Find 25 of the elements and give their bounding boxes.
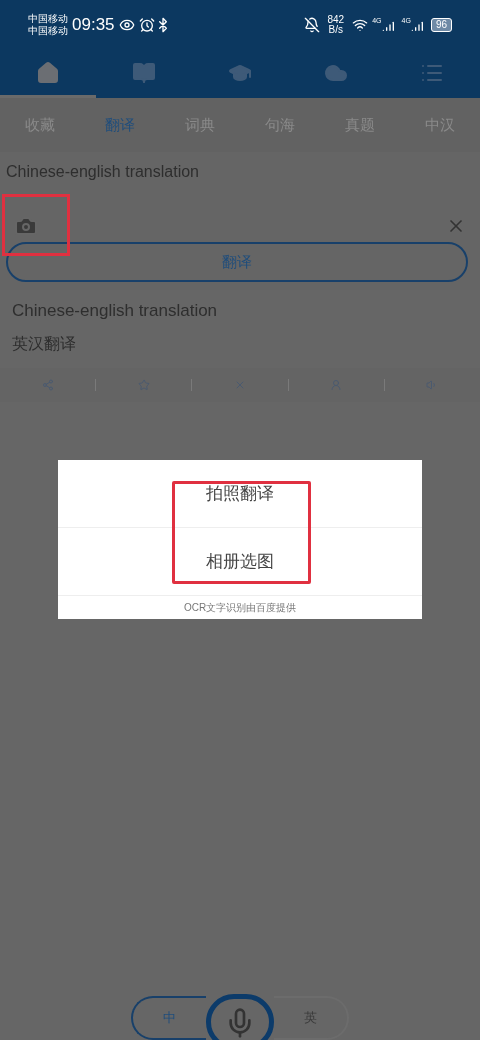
share-icon[interactable] <box>41 378 54 391</box>
book-icon <box>132 60 156 85</box>
ocr-credit: OCR文字识别由百度提供 <box>182 601 298 615</box>
translate-button[interactable]: 翻译 <box>6 242 468 282</box>
language-toggle[interactable]: 中 <box>131 996 206 1040</box>
home-icon <box>36 60 60 85</box>
carrier-label: 中国移动 <box>28 13 68 25</box>
clock: 09:35 <box>72 14 115 37</box>
source-text: Chinese-english translation <box>12 300 219 322</box>
bell-off-icon <box>303 17 320 33</box>
eye-icon <box>118 17 135 33</box>
battery-indicator: 96 <box>430 18 452 32</box>
carrier-label: 中国移动 <box>28 25 68 37</box>
speed-value: 842 <box>327 15 345 25</box>
dialog-option[interactable]: 拍照翻译 <box>58 460 422 528</box>
star-icon[interactable] <box>137 378 150 391</box>
speed-unit: B/s <box>328 25 344 35</box>
microphone-button[interactable] <box>206 994 274 1040</box>
alarm-icon <box>138 17 155 33</box>
category-tab[interactable]: 翻译 <box>80 113 160 137</box>
dialog-option[interactable]: 相册选图 <box>58 528 422 596</box>
speaker-person-icon[interactable] <box>330 378 343 391</box>
text-input[interactable]: Chinese-english translation <box>6 160 474 190</box>
translation-text: 英汉翻译 <box>12 333 77 354</box>
wifi-icon <box>352 17 369 33</box>
